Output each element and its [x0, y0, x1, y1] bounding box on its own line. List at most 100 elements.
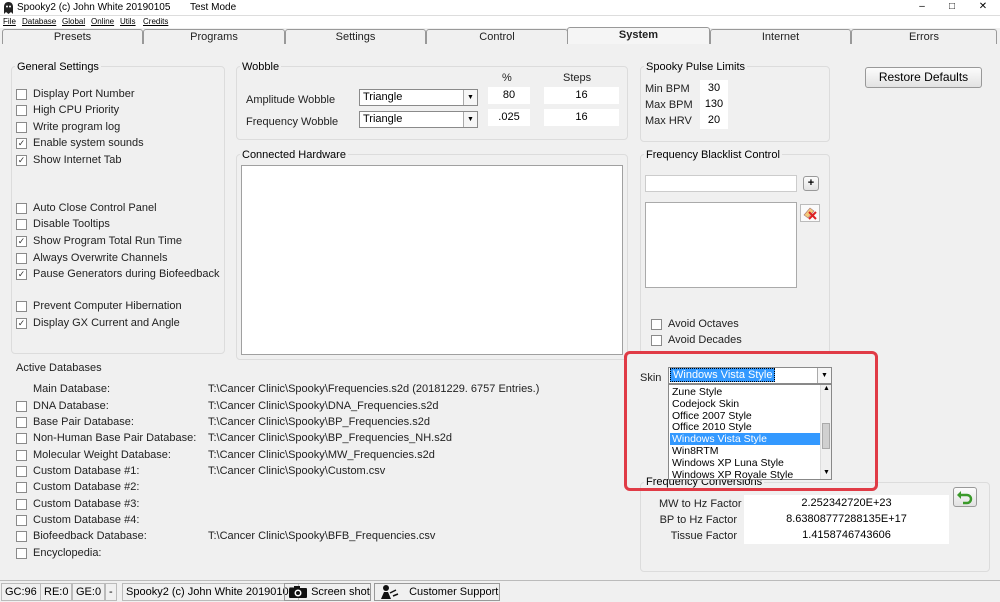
reset-conversions-button[interactable] [953, 487, 977, 507]
general-setting-label: Pause Generators during Biofeedback [33, 268, 220, 280]
menu-credits[interactable]: Credits [143, 17, 168, 26]
min-bpm-input[interactable]: 30 [700, 80, 728, 97]
general-setting-checkbox[interactable]: ✓ [16, 138, 27, 149]
menu-utils[interactable]: Utils [120, 17, 136, 26]
tab-presets[interactable]: Presets [2, 29, 143, 44]
general-setting-checkbox[interactable]: ✓ [16, 318, 27, 329]
tab-programs[interactable]: Programs [143, 29, 285, 44]
general-setting-checkbox[interactable] [16, 105, 27, 116]
frequency-wobble-select[interactable]: Triangle ▼ [359, 111, 478, 128]
tissue-factor-value[interactable]: 1.4158746743606 [744, 527, 949, 544]
general-setting-checkbox[interactable]: ✓ [16, 236, 27, 247]
tab-errors[interactable]: Errors [851, 29, 997, 44]
general-setting-label: Auto Close Control Panel [33, 202, 157, 214]
general-setting-label: Show Internet Tab [33, 154, 122, 166]
blacklist-add-button[interactable]: + [803, 176, 819, 191]
connected-hardware-list[interactable] [241, 165, 623, 355]
status-ge: GE:0 [72, 583, 106, 601]
frequency-wobble-percent[interactable]: .025 [488, 109, 530, 126]
general-setting-label: Display GX Current and Angle [33, 317, 180, 329]
database-path[interactable]: T:\Cancer Clinic\Spooky\Frequencies.s2d … [208, 383, 539, 395]
general-setting-label: Always Overwrite Channels [33, 252, 168, 264]
max-bpm-input[interactable]: 130 [700, 96, 728, 113]
minimize-icon[interactable]: – [907, 0, 937, 14]
status-re: RE:0 [40, 583, 73, 601]
database-label: Base Pair Database: [33, 416, 134, 428]
general-setting-checkbox[interactable] [16, 301, 27, 312]
database-checkbox[interactable] [16, 482, 27, 493]
database-path[interactable]: T:\Cancer Clinic\Spooky\BFB_Frequencies.… [208, 530, 435, 542]
avoid-decades-label: Avoid Decades [668, 334, 742, 346]
general-setting-checkbox[interactable]: ✓ [16, 269, 27, 280]
general-setting-checkbox[interactable] [16, 253, 27, 264]
screenshot-button[interactable]: Screen shot [284, 583, 371, 601]
annotation-highlight-box [624, 351, 878, 491]
amplitude-wobble-select[interactable]: Triangle ▼ [359, 89, 478, 106]
blacklist-delete-button[interactable] [800, 204, 820, 222]
general-setting-checkbox[interactable] [16, 122, 27, 133]
close-icon[interactable]: ✕ [968, 0, 998, 14]
frequency-wobble-label: Frequency Wobble [246, 116, 339, 128]
title-bar: Spooky2 (c) John White 20190105 Test Mod… [0, 0, 1000, 16]
menu-bar: File Database Global Online Utils Credit… [0, 16, 1000, 28]
support-person-icon [381, 585, 399, 600]
database-checkbox[interactable] [16, 433, 27, 444]
database-checkbox[interactable] [16, 401, 27, 412]
database-path[interactable]: T:\Cancer Clinic\Spooky\Custom.csv [208, 465, 385, 477]
restore-defaults-button[interactable]: Restore Defaults [865, 67, 982, 88]
undo-arrow-icon [957, 491, 973, 505]
general-setting-checkbox[interactable]: ✓ [16, 155, 27, 166]
maximize-icon[interactable]: □ [937, 0, 967, 14]
blacklist-list[interactable] [645, 202, 797, 288]
database-path[interactable]: T:\Cancer Clinic\Spooky\MW_Frequencies.s… [208, 449, 435, 461]
menu-global[interactable]: Global [62, 17, 85, 26]
pulse-limits-title: Spooky Pulse Limits [644, 61, 748, 73]
tab-control[interactable]: Control [426, 29, 568, 44]
database-checkbox[interactable] [16, 531, 27, 542]
database-checkbox[interactable] [16, 417, 27, 428]
chevron-down-icon: ▼ [463, 90, 477, 105]
customer-support-button[interactable]: Customer Support [374, 583, 500, 601]
amplitude-wobble-steps[interactable]: 16 [544, 87, 619, 104]
general-setting-checkbox[interactable] [16, 89, 27, 100]
avoid-octaves-checkbox[interactable] [651, 319, 662, 330]
mode-label: Test Mode [190, 2, 237, 13]
tab-internet[interactable]: Internet [710, 29, 851, 44]
min-bpm-label: Min BPM [645, 83, 690, 95]
eraser-delete-icon [803, 207, 817, 220]
database-checkbox[interactable] [16, 515, 27, 526]
tab-system[interactable]: System [567, 27, 710, 44]
general-setting-checkbox[interactable] [16, 219, 27, 230]
blacklist-input[interactable] [645, 175, 797, 192]
amplitude-wobble-label: Amplitude Wobble [246, 94, 336, 106]
general-setting-label: Disable Tooltips [33, 218, 110, 230]
max-hrv-input[interactable]: 20 [700, 112, 728, 129]
database-checkbox[interactable] [16, 466, 27, 477]
menu-database[interactable]: Database [22, 17, 56, 26]
amplitude-wobble-percent[interactable]: 80 [488, 87, 530, 104]
status-gc: GC:96 [1, 583, 41, 601]
frequency-wobble-steps[interactable]: 16 [544, 109, 619, 126]
general-setting-checkbox[interactable] [16, 203, 27, 214]
general-settings-title: General Settings [15, 61, 101, 73]
bp-to-hz-value[interactable]: 8.63808777288135E+17 [744, 511, 949, 528]
database-checkbox[interactable] [16, 548, 27, 559]
database-checkbox[interactable] [16, 450, 27, 461]
database-label: Encyclopedia: [33, 547, 102, 559]
database-path[interactable]: T:\Cancer Clinic\Spooky\BP_Frequencies.s… [208, 416, 430, 428]
database-label: Custom Database #1: [33, 465, 140, 477]
bp-to-hz-label: BP to Hz Factor [659, 514, 737, 526]
database-label: DNA Database: [33, 400, 109, 412]
mw-to-hz-value[interactable]: 2.252342720E+23 [744, 495, 949, 512]
max-bpm-label: Max BPM [645, 99, 693, 111]
database-path[interactable]: T:\Cancer Clinic\Spooky\DNA_Frequencies.… [208, 400, 439, 412]
tab-settings[interactable]: Settings [285, 29, 426, 44]
menu-online[interactable]: Online [91, 17, 114, 26]
status-bar: GC:96 RE:0 GE:0 - Spooky2 (c) John White… [0, 580, 1000, 602]
database-checkbox[interactable] [16, 499, 27, 510]
database-path[interactable]: T:\Cancer Clinic\Spooky\BP_Frequencies_N… [208, 432, 452, 444]
wobble-title: Wobble [240, 61, 282, 73]
avoid-decades-checkbox[interactable] [651, 335, 662, 346]
database-label: Non-Human Base Pair Database: [33, 432, 197, 444]
menu-file[interactable]: File [3, 17, 16, 26]
